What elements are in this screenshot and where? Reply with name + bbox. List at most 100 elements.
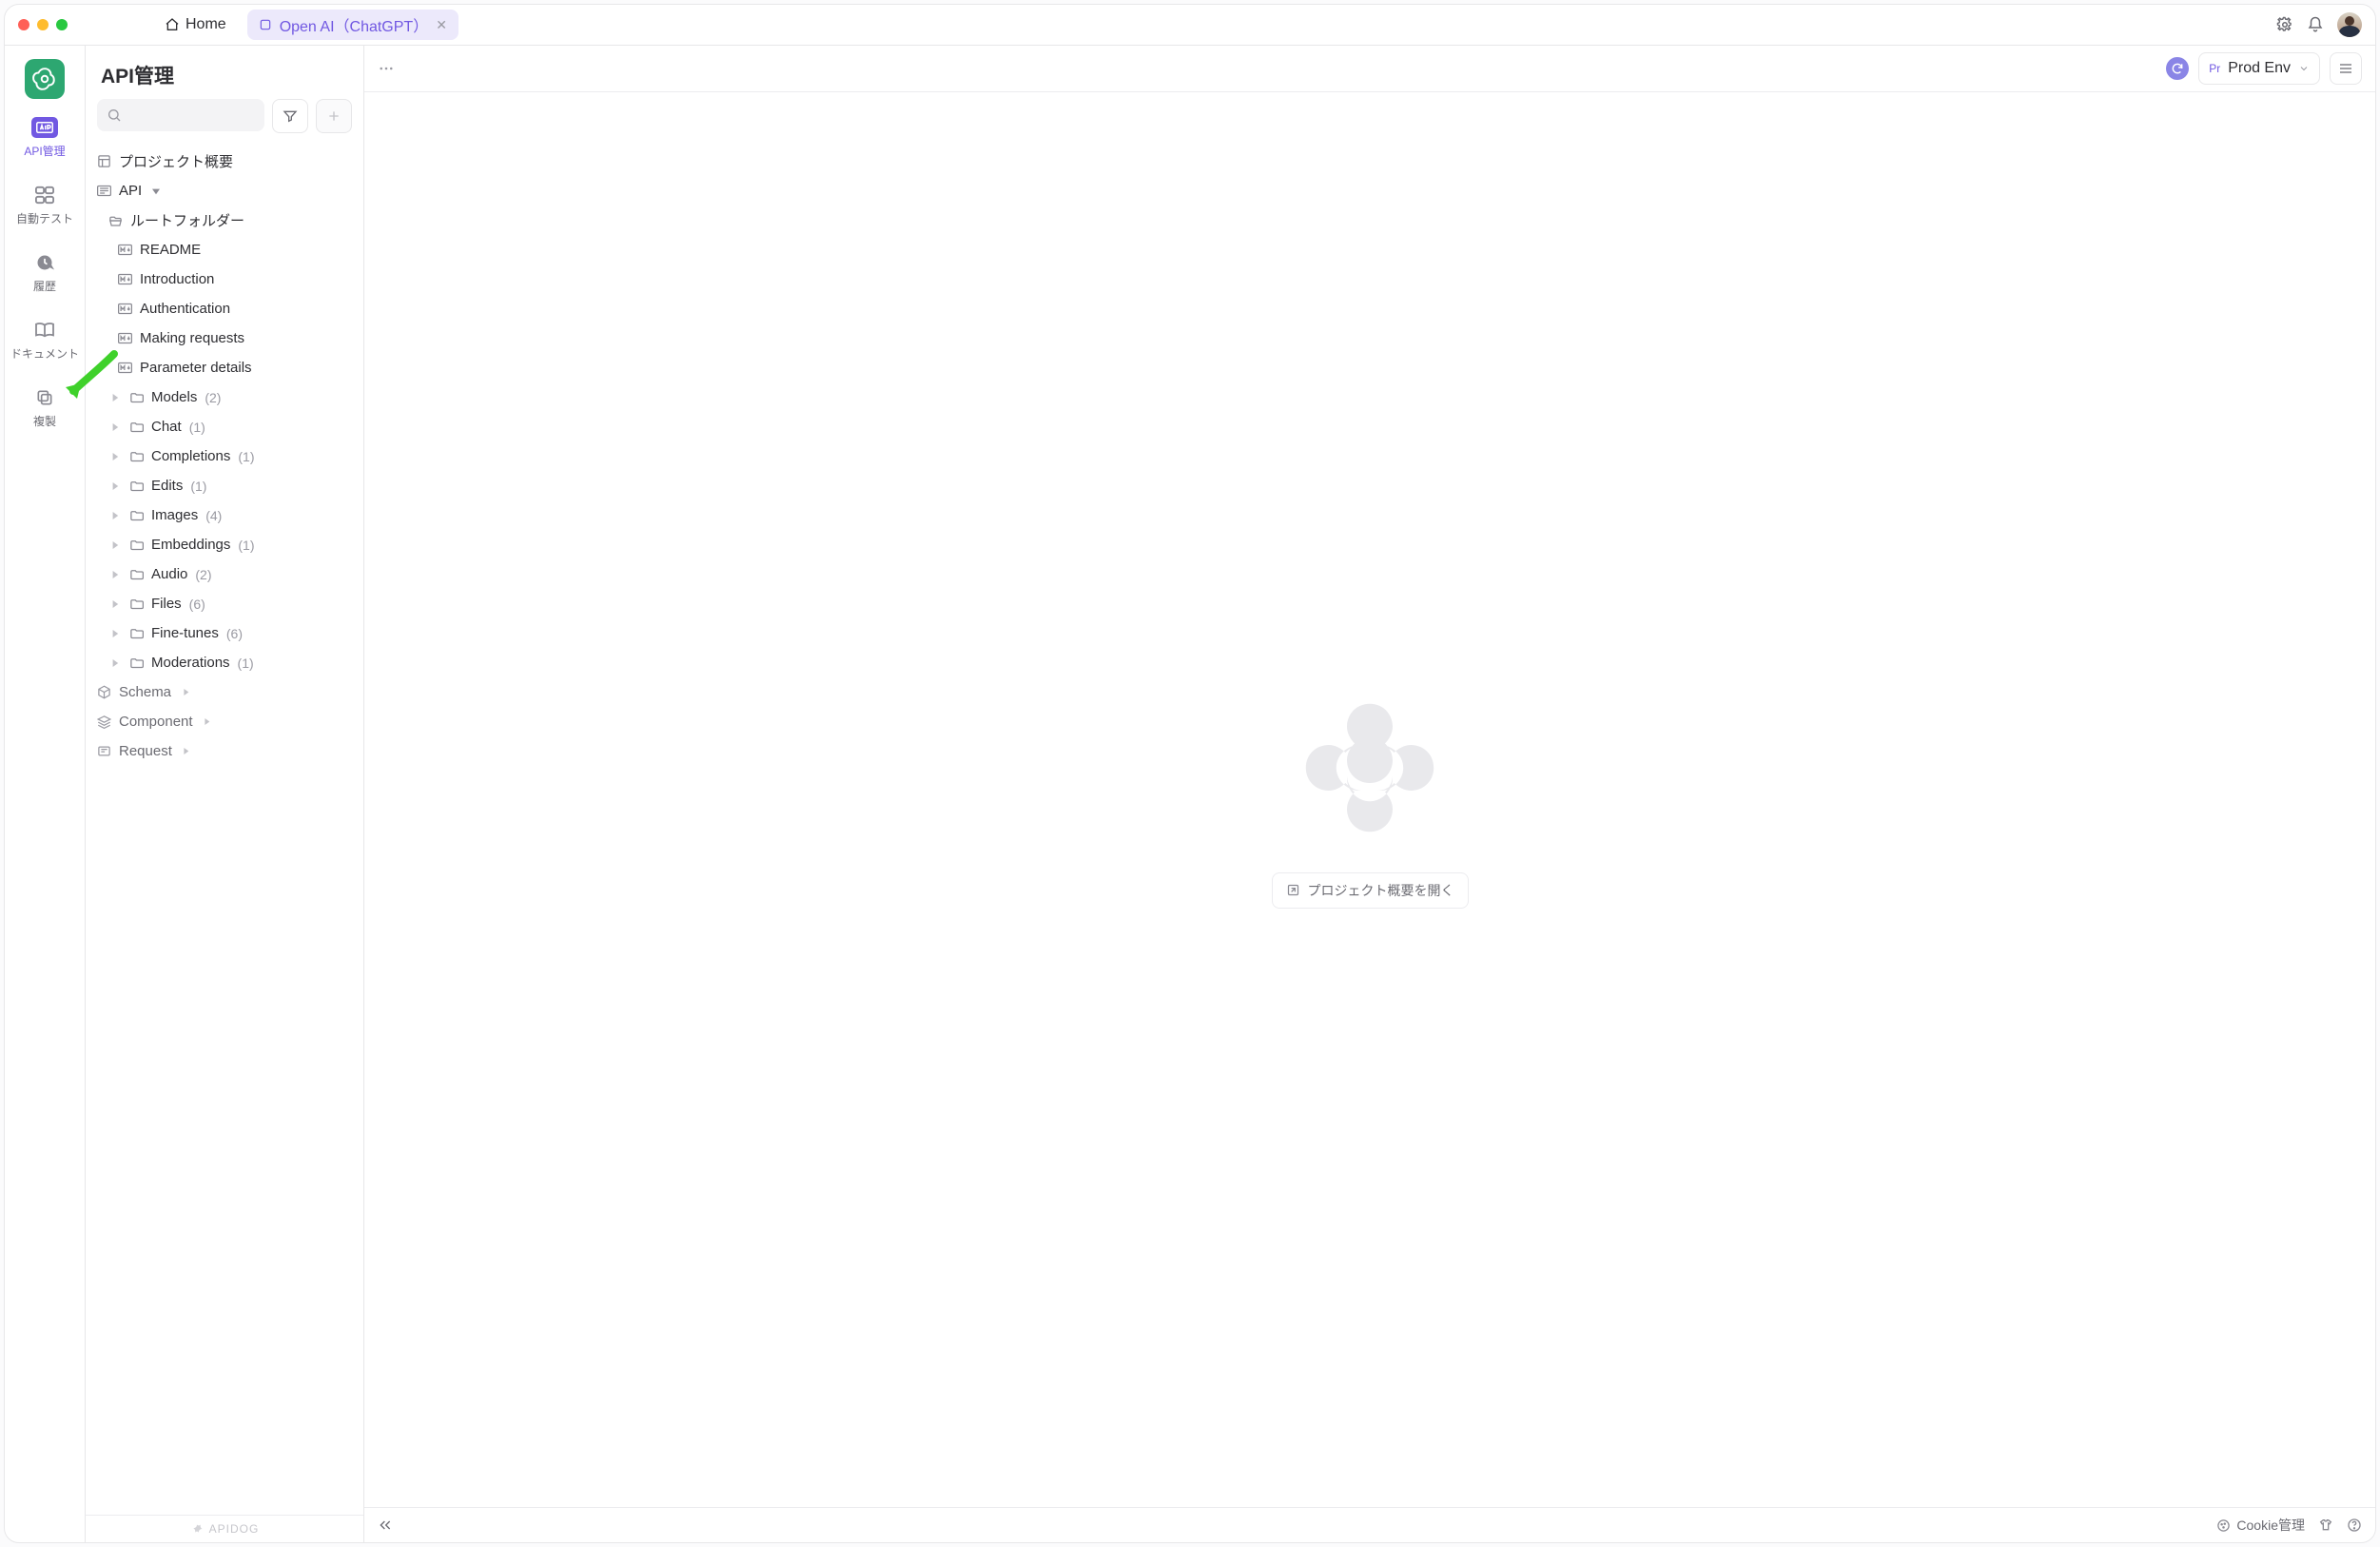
sidebar-item-label: Images	[151, 507, 198, 523]
folder-open-icon	[108, 214, 123, 227]
sidebar-footer: APIDOG	[86, 1515, 363, 1542]
add-button[interactable]	[316, 99, 352, 133]
sidebar-item-folder[interactable]: Models (2)	[91, 382, 358, 412]
sidebar-item-label: Models	[151, 389, 197, 405]
sidebar-item-count: (1)	[238, 656, 254, 671]
help-icon[interactable]	[2347, 1518, 2362, 1533]
rail-item-history[interactable]: 履歴	[7, 247, 83, 302]
brand-icon	[190, 1522, 204, 1536]
markdown-icon	[118, 244, 132, 256]
sidebar-item-doc[interactable]: README	[91, 235, 358, 264]
sidebar-item-label: Embeddings	[151, 537, 230, 553]
rail-item-autotest[interactable]: 自動テスト	[7, 180, 83, 234]
sidebar-item-doc[interactable]: Introduction	[91, 264, 358, 294]
sidebar-item-root-folder[interactable]: ルートフォルダー	[91, 206, 358, 235]
sidebar-item-request[interactable]: Request	[91, 736, 358, 766]
chevron-right-icon	[108, 630, 122, 637]
filter-button[interactable]	[272, 99, 308, 133]
sidebar-item-folder[interactable]: Images (4)	[91, 500, 358, 530]
folder-icon	[129, 480, 144, 492]
folder-icon	[129, 568, 144, 580]
sidebar-item-doc[interactable]: Parameter details	[91, 353, 358, 382]
sidebar-item-folder[interactable]: Chat (1)	[91, 412, 358, 441]
chevron-down-icon	[2298, 63, 2310, 74]
sidebar-item-label: Fine-tunes	[151, 625, 219, 641]
rail-item-label: ドキュメント	[10, 345, 79, 362]
chevron-right-icon	[108, 482, 122, 490]
more-icon[interactable]	[378, 60, 395, 77]
sidebar: API管理 プロジェクト概要 API	[86, 46, 364, 1542]
tab-active-openai[interactable]: Open AI（ChatGPT） ✕	[247, 10, 458, 40]
sidebar-item-doc[interactable]: Making requests	[91, 323, 358, 353]
close-icon[interactable]: ✕	[436, 17, 447, 33]
sidebar-item-label: Files	[151, 596, 182, 612]
chevron-right-icon	[108, 659, 122, 667]
chevron-right-icon	[108, 423, 122, 431]
book-icon	[31, 319, 58, 342]
sidebar-item-api-root[interactable]: API	[91, 176, 358, 206]
avatar[interactable]	[2337, 12, 2362, 37]
sidebar-item-label: ルートフォルダー	[130, 210, 244, 230]
maximize-window-button[interactable]	[56, 19, 68, 30]
rail-item-api[interactable]: API管理	[7, 112, 83, 166]
sidebar-item-doc[interactable]: Authentication	[91, 294, 358, 323]
bell-icon[interactable]	[2307, 16, 2324, 33]
env-name: Prod Env	[2228, 60, 2291, 77]
sidebar-item-label: Parameter details	[140, 360, 252, 376]
sidebar-item-folder[interactable]: Completions (1)	[91, 441, 358, 471]
sidebar-item-folder[interactable]: Embeddings (1)	[91, 530, 358, 559]
minimize-window-button[interactable]	[37, 19, 49, 30]
chevron-right-icon	[108, 541, 122, 549]
sidebar-item-overview[interactable]: プロジェクト概要	[91, 147, 358, 176]
folder-icon	[129, 656, 144, 669]
sidebar-item-folder[interactable]: Files (6)	[91, 589, 358, 618]
project-icon	[259, 18, 272, 31]
sidebar-item-label: Moderations	[151, 655, 230, 671]
sidebar-item-label: Chat	[151, 419, 182, 435]
plus-icon	[326, 108, 341, 124]
tab-home[interactable]: Home	[155, 12, 236, 37]
sidebar-item-schema[interactable]: Schema	[91, 677, 358, 707]
home-icon	[165, 17, 180, 32]
tshirt-icon[interactable]	[2318, 1518, 2333, 1533]
chevron-right-icon	[108, 600, 122, 608]
rail-item-docs[interactable]: ドキュメント	[7, 315, 83, 369]
markdown-icon	[118, 273, 132, 285]
sidebar-item-component[interactable]: Component	[91, 707, 358, 736]
panel-menu-button[interactable]	[2330, 52, 2362, 85]
collapse-sidebar-button[interactable]	[378, 1518, 393, 1533]
sidebar-item-label: Authentication	[140, 301, 230, 317]
open-overview-button[interactable]: プロジェクト概要を開く	[1272, 872, 1469, 909]
sidebar-item-folder[interactable]: Audio (2)	[91, 559, 358, 589]
env-prefix: Pr	[2209, 62, 2220, 75]
environment-select[interactable]: Pr Prod Env	[2198, 52, 2320, 85]
titlebar: Home Open AI（ChatGPT） ✕	[5, 5, 2375, 46]
sidebar-item-count: (1)	[190, 479, 206, 494]
sidebar-item-label: Schema	[119, 684, 171, 700]
workspace-empty-state: プロジェクト概要を開く	[364, 92, 2375, 1507]
gear-icon[interactable]	[2276, 16, 2293, 33]
sidebar-item-label: Edits	[151, 478, 183, 494]
sidebar-item-folder[interactable]: Edits (1)	[91, 471, 358, 500]
sidebar-item-label: プロジェクト概要	[119, 151, 233, 171]
request-icon	[97, 744, 111, 758]
external-icon	[1286, 883, 1300, 897]
sidebar-item-count: (6)	[189, 597, 205, 612]
sidebar-item-label: Making requests	[140, 330, 244, 346]
rail-item-label: 自動テスト	[16, 210, 73, 226]
rail-item-duplicate[interactable]: 複製	[7, 382, 83, 437]
sidebar-item-folder[interactable]: Fine-tunes (6)	[91, 618, 358, 648]
sidebar-item-folder[interactable]: Moderations (1)	[91, 648, 358, 677]
markdown-icon	[118, 362, 132, 374]
empty-state-icon	[1294, 692, 1446, 844]
chevron-down-icon	[149, 187, 163, 195]
menu-icon	[2338, 62, 2353, 75]
app-logo[interactable]	[25, 59, 65, 99]
search-input[interactable]	[97, 99, 264, 131]
sync-button[interactable]	[2166, 57, 2189, 80]
cookie-manager-button[interactable]: Cookie管理	[2216, 1516, 2305, 1535]
sidebar-item-label: Introduction	[140, 271, 214, 287]
search-icon	[107, 108, 122, 123]
tab-active-label: Open AI（ChatGPT）	[280, 13, 429, 36]
close-window-button[interactable]	[18, 19, 29, 30]
